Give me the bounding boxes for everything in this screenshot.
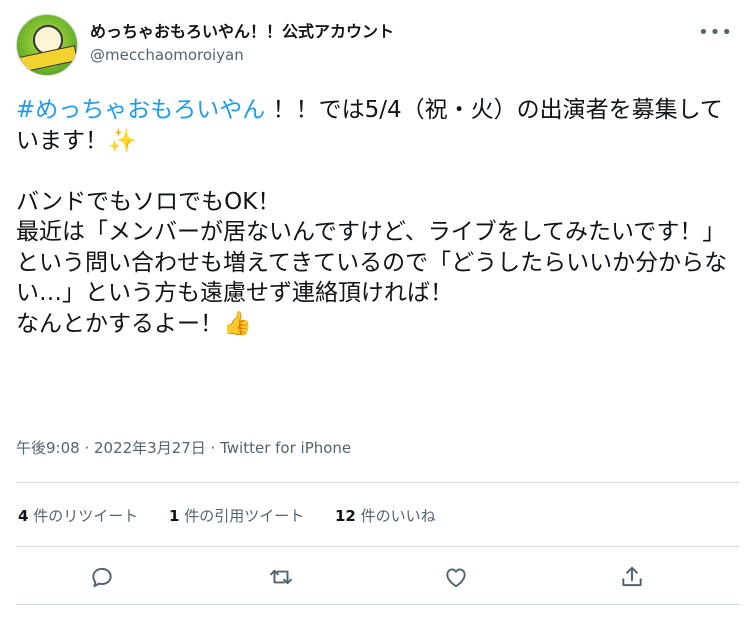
tweet-timestamp[interactable]: 午後9:08 · 2022年3月27日 · Twitter for iPhone [16,437,351,458]
likes-count: 12 [335,507,356,525]
author-names: めっちゃおもろいやん！！公式アカウント @mecchaomoroiyan [90,22,394,65]
tweet-text: #めっちゃおもろいやん ！！では5/4（祝・火）の出演者を募集しています！✨ バ… [16,95,731,339]
hashtag-link[interactable]: #めっちゃおもろいやん [16,97,265,123]
retweet-icon [270,569,292,585]
divider [16,546,739,547]
more-options-icon[interactable]: ••• [698,22,733,43]
engagement-stats: 4 件のリツイート 1 件の引用ツイート 12 件のいいね [18,505,462,526]
retweets-label: 件のリツイート [28,507,139,525]
like-icon [446,568,466,588]
reply-icon [92,567,112,588]
retweet-button[interactable] [268,564,296,592]
avatar[interactable] [16,14,78,76]
reply-button[interactable] [89,564,117,592]
tweet-header: めっちゃおもろいやん！！公式アカウント @mecchaomoroiyan ••• [16,14,741,76]
quotes-count: 1 [169,507,180,525]
share-icon [622,566,642,587]
divider [16,482,739,483]
tweet-body: ！！では5/4（祝・火）の出演者を募集しています！✨ バンドでもソロでもOK！ … [16,97,728,337]
likes-stat[interactable]: 12 件のいいね [335,507,436,525]
retweets-count: 4 [18,507,29,525]
retweets-stat[interactable]: 4 件のリツイート [18,507,138,525]
quotes-label: 件の引用ツイート [179,507,305,525]
likes-label: 件のいいね [355,507,436,525]
display-name[interactable]: めっちゃおもろいやん！！公式アカウント [90,22,394,42]
action-bar [0,556,755,600]
quotes-stat[interactable]: 1 件の引用ツイート [169,507,304,525]
user-handle[interactable]: @mecchaomoroiyan [90,45,394,65]
divider [16,604,739,605]
share-button[interactable] [619,564,647,592]
like-button[interactable] [443,564,471,592]
